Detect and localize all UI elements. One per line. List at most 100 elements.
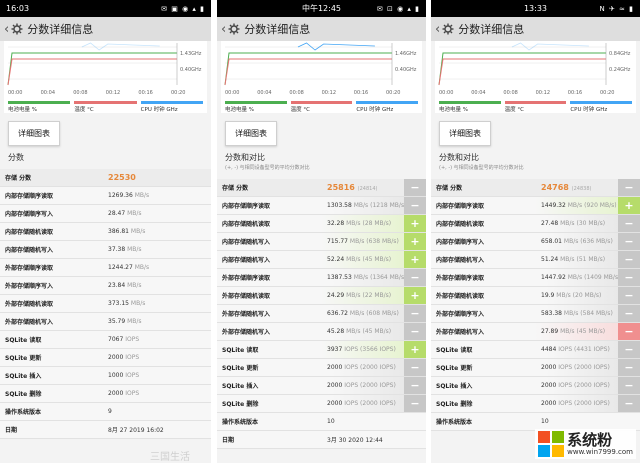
minus-icon[interactable]: −	[618, 305, 640, 322]
legend-item: CPU 时钟 GHz	[140, 101, 203, 113]
status-icons: ✉ ▣ ◉ ▴ ▮	[161, 4, 205, 13]
plus-icon[interactable]: +	[404, 233, 426, 250]
monitor-chart: 0.84GHz 0.24GHz 00:00 00:04 00:08 00:12 00:1…	[435, 41, 636, 99]
row-unit: IOPS	[344, 364, 359, 371]
back-arrow-icon[interactable]: ‹	[435, 22, 440, 37]
minus-icon[interactable]: −	[618, 287, 640, 304]
plus-icon[interactable]: +	[404, 215, 426, 232]
row-ref: (608 MB/s)	[366, 310, 399, 317]
row-unit: IOPS	[125, 390, 140, 397]
gear-icon	[228, 23, 240, 35]
table-row: 外部存储随机写入 45.28 MB/s (45 MB/s) −	[217, 323, 426, 341]
row-value: 2000	[108, 390, 124, 397]
row-label: 操作系统版本	[436, 419, 473, 426]
plus-icon[interactable]: +	[404, 287, 426, 304]
row-unit: MB/s	[346, 328, 361, 335]
row-label: 内部存储随机读取	[222, 221, 271, 228]
table-row: 操作系统版本 10	[217, 413, 426, 431]
minus-icon[interactable]: −	[404, 305, 426, 322]
legend-item: CPU 时钟 GHz	[356, 101, 419, 113]
minus-icon[interactable]: −	[618, 341, 640, 358]
row-label: 操作系统版本	[5, 409, 42, 416]
row-label: 内部存储随机写入	[436, 257, 485, 264]
row-unit: MB/s	[130, 300, 146, 307]
row-unit: IOPS	[558, 382, 573, 389]
row-value: 19.9	[541, 292, 555, 299]
logo-title: 系统粉	[567, 431, 613, 449]
detail-chart-button[interactable]: 详细图表	[8, 121, 60, 146]
row-value: 35.79	[108, 318, 126, 325]
row-value: 37.38	[108, 246, 126, 253]
row-value-cell: 10	[327, 418, 426, 425]
minus-icon[interactable]: −	[618, 377, 640, 394]
minus-icon[interactable]: −	[404, 197, 426, 214]
row-label: 内部存储随机写入	[222, 239, 271, 246]
row-value: 3937	[327, 346, 343, 353]
minus-icon[interactable]: −	[404, 377, 426, 394]
table-row: 日期 3月 30 2020 12:44	[217, 431, 426, 449]
row-unit: MB/s	[349, 238, 365, 245]
minus-icon[interactable]: −	[618, 395, 640, 412]
minus-icon[interactable]: −	[618, 359, 640, 376]
table-row: 外部存储随机写入 27.89 MB/s (45 MB/s) −	[431, 323, 640, 341]
chart-tick-label: 00:20	[386, 90, 401, 96]
row-value-cell: 7067 IOPS	[108, 336, 211, 343]
page-title: 分数详细信息	[244, 23, 311, 36]
minus-icon[interactable]: −	[404, 323, 426, 340]
row-unit: IOPS	[125, 354, 140, 361]
row-label: 外部存储随机读取	[5, 301, 54, 308]
chart-right-label-bottom: 0.40GHz	[395, 67, 417, 73]
row-unit: IOPS	[558, 364, 573, 371]
row-value-cell: 35.79 MB/s	[108, 318, 211, 325]
chart-tick-label: 00:16	[567, 90, 583, 96]
row-value: 715.77	[327, 238, 348, 245]
plus-icon[interactable]: +	[404, 341, 426, 358]
minus-icon[interactable]: −	[404, 395, 426, 412]
table-row: 存储 分数 22530	[0, 169, 211, 187]
table-row: SQLite 插入 2000 IOPS (2000 IOPS) −	[431, 377, 640, 395]
plus-icon[interactable]: +	[618, 197, 640, 214]
row-value: 7067	[108, 336, 124, 343]
minus-icon[interactable]: −	[404, 269, 426, 286]
row-value: 2000	[108, 354, 124, 361]
chart-legend: 电池电量 % 温度 °C CPU 时钟 GHz	[4, 99, 207, 113]
table-row: 操作系统版本 9	[0, 403, 211, 421]
row-value-cell: 386.81 MB/s	[108, 228, 211, 235]
minus-icon[interactable]: −	[618, 251, 640, 268]
plus-icon[interactable]: +	[404, 251, 426, 268]
minus-icon[interactable]: −	[618, 215, 640, 232]
minus-icon[interactable]: −	[618, 323, 640, 340]
detail-chart-button[interactable]: 详细图表	[225, 121, 277, 146]
row-label: 外部存储随机写入	[436, 329, 485, 336]
minus-icon[interactable]: −	[404, 179, 426, 196]
minus-icon[interactable]: −	[618, 179, 640, 196]
legend-label: 温度 °C	[290, 107, 311, 113]
page-title: 分数详细信息	[27, 23, 94, 36]
row-label: 外部存储随机写入	[5, 319, 54, 326]
row-ref: (51 MB/s)	[576, 256, 606, 263]
legend-item: 温度 °C	[74, 101, 137, 113]
row-label: 外部存储顺序写入	[5, 283, 54, 290]
back-arrow-icon[interactable]: ‹	[4, 22, 9, 37]
status-bar: 13:33 N ✈ ≈ ▮	[431, 0, 640, 17]
row-label: 内部存储顺序读取	[436, 203, 485, 210]
row-ref: (2000 IOPS)	[360, 364, 396, 371]
minus-icon[interactable]: −	[618, 233, 640, 250]
row-label: 内部存储随机写入	[5, 247, 54, 254]
back-arrow-icon[interactable]: ‹	[221, 22, 226, 37]
row-unit: IOPS	[344, 346, 359, 353]
table-row: SQLite 插入 2000 IOPS (2000 IOPS) −	[217, 377, 426, 395]
row-label: 存储 分数	[436, 185, 463, 192]
chart-right-label-bottom: 0.24GHz	[609, 67, 631, 73]
row-ref: (45 MB/s)	[362, 328, 392, 335]
legend-label: CPU 时钟 GHz	[140, 107, 178, 113]
minus-icon[interactable]: −	[618, 269, 640, 286]
minus-icon[interactable]: −	[404, 359, 426, 376]
row-label: 日期	[5, 427, 18, 434]
detail-chart-button[interactable]: 详细图表	[439, 121, 491, 146]
table-row: 内部存储随机写入 52.24 MB/s (45 MB/s) +	[217, 251, 426, 269]
row-label: SQLite 删除	[436, 401, 473, 408]
row-value: 583.38	[541, 310, 562, 317]
score-value-cell: 22530	[108, 173, 211, 182]
row-unit: MB/s	[349, 310, 365, 317]
